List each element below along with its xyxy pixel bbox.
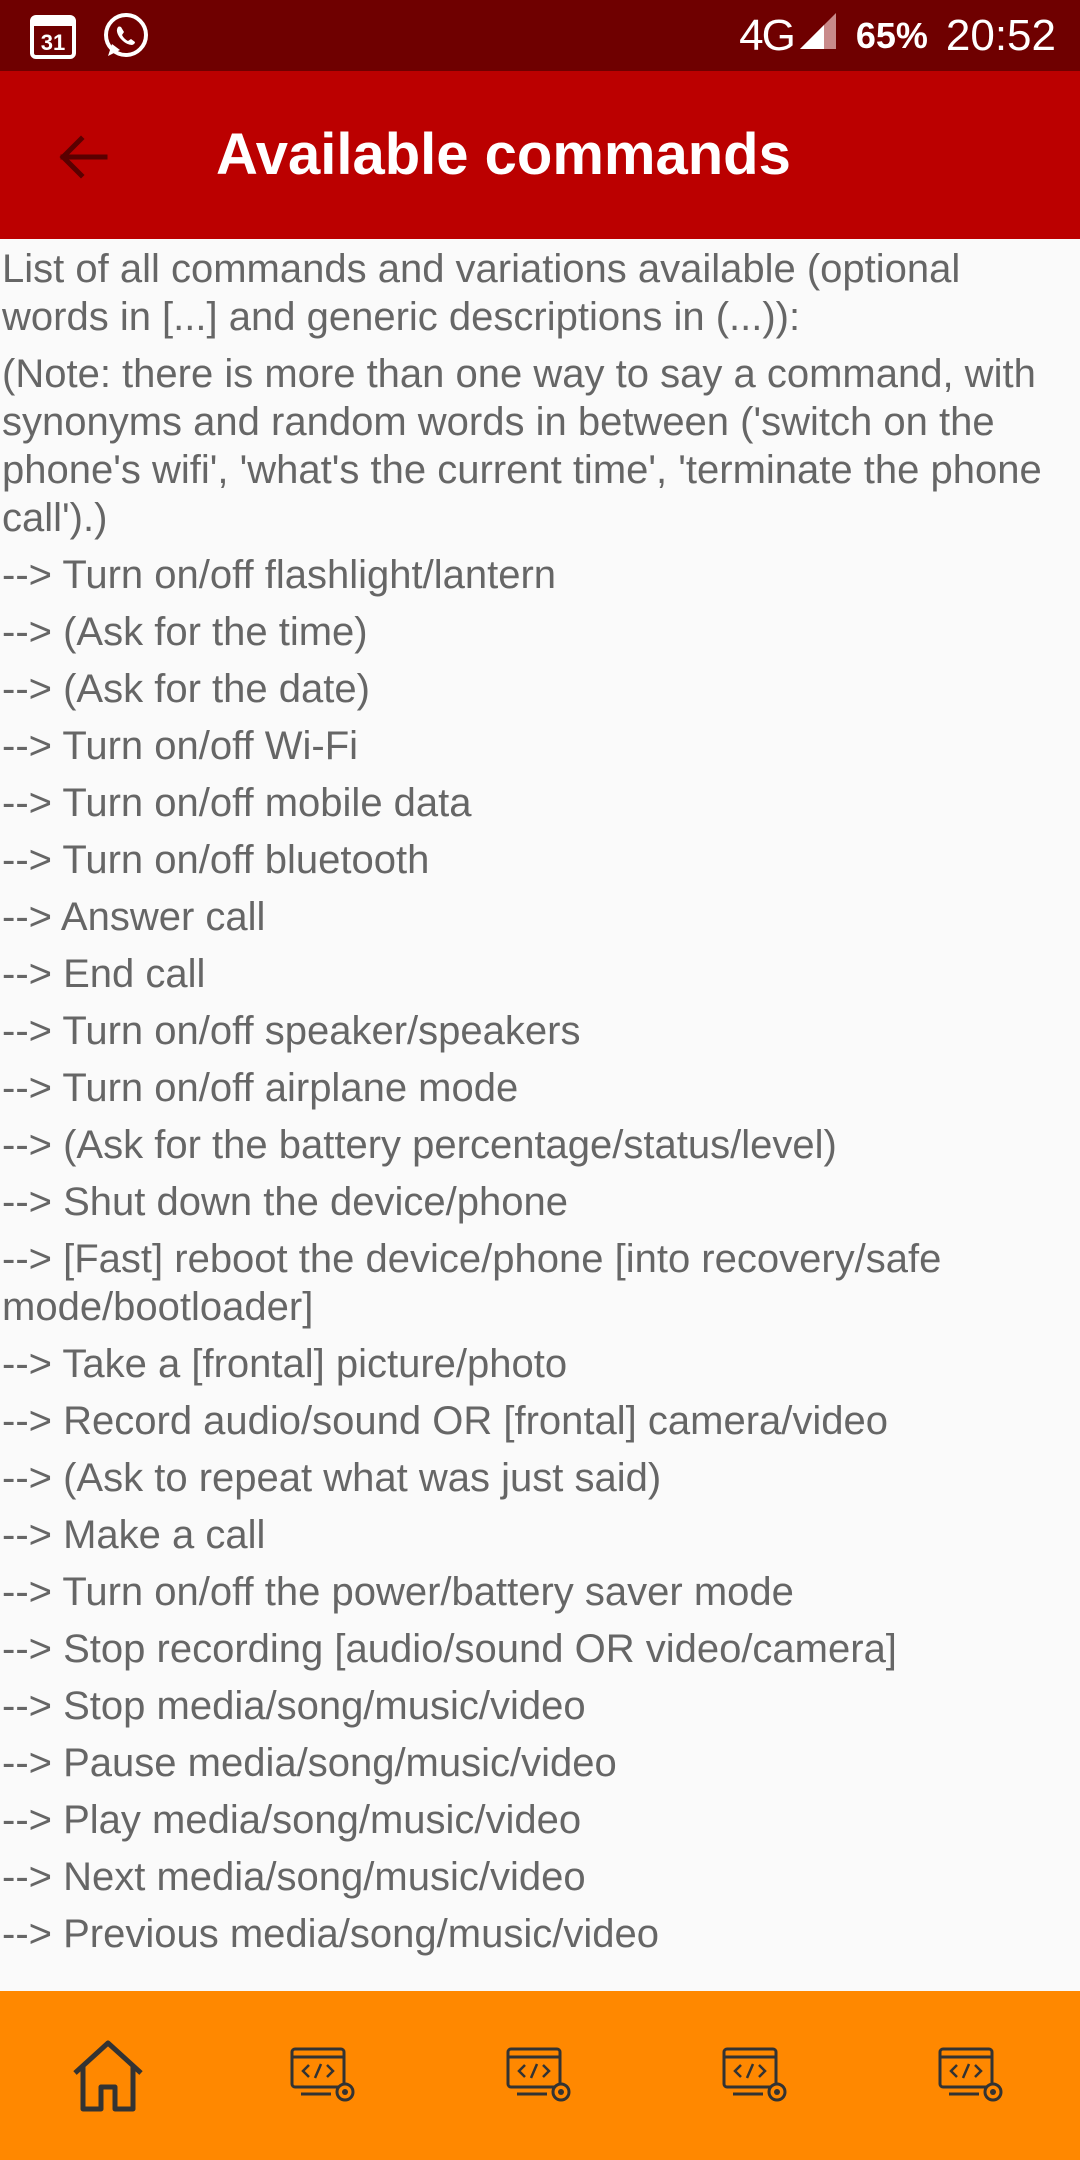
command-item: --> Next media/song/music/video	[2, 1855, 586, 1899]
system-indicators: 4G 65% 20:52	[739, 0, 1056, 71]
bottom-navigation	[0, 1991, 1080, 2160]
developer-settings-icon	[506, 2047, 571, 2101]
signal-icon	[798, 11, 838, 61]
command-item: --> Previous media/song/music/video	[2, 1912, 659, 1956]
command-item: --> [Fast] reboot the device/phone [into…	[2, 1237, 942, 1329]
app-bar: Available commands	[0, 71, 1080, 239]
arrow-left-icon	[59, 135, 108, 179]
command-item: --> Turn on/off airplane mode	[2, 1066, 519, 1110]
command-item: --> Turn on/off flashlight/lantern	[2, 553, 557, 597]
nav-developer-button-3[interactable]	[696, 2016, 816, 2136]
command-item: --> Turn on/off Wi-Fi	[2, 724, 359, 768]
note-text: (Note: there is more than one way to say…	[2, 352, 1042, 540]
command-item: --> Answer call	[2, 895, 266, 939]
network-type: 4G	[739, 10, 796, 60]
nav-developer-button-1[interactable]	[264, 2016, 384, 2136]
notification-icons: 31	[28, 10, 152, 67]
nav-developer-button-4[interactable]	[912, 2016, 1032, 2136]
calendar-day: 31	[41, 30, 65, 55]
command-item: --> Stop media/song/music/video	[2, 1684, 586, 1728]
command-item: --> Play media/song/music/video	[2, 1798, 582, 1842]
command-list: --> Turn on/off flashlight/lantern --> (…	[0, 551, 1080, 1958]
back-button[interactable]	[40, 115, 124, 199]
command-item: --> Make a call	[2, 1513, 266, 1557]
status-bar: 31 4G 65% 20:52	[0, 0, 1080, 71]
command-item: --> Turn on/off the power/battery saver …	[2, 1570, 794, 1614]
developer-settings-icon	[290, 2047, 355, 2101]
command-item: --> Record audio/sound OR [frontal] came…	[2, 1399, 888, 1443]
intro-text: List of all commands and variations avai…	[2, 247, 961, 339]
home-icon	[73, 2040, 143, 2111]
clock: 20:52	[945, 10, 1056, 60]
command-item: --> End call	[2, 952, 206, 996]
command-item: --> Take a [frontal] picture/photo	[2, 1342, 568, 1386]
command-item: --> Turn on/off speaker/speakers	[2, 1009, 581, 1053]
developer-settings-icon	[938, 2047, 1003, 2101]
commands-content[interactable]: List of all commands and variations avai…	[0, 245, 1080, 1985]
command-item: --> (Ask for the time)	[2, 610, 368, 654]
nav-developer-button-2[interactable]	[480, 2016, 600, 2136]
page-title: Available commands	[216, 122, 791, 187]
command-item: --> Pause media/song/music/video	[2, 1741, 617, 1785]
command-item: --> (Ask for the battery percentage/stat…	[2, 1123, 837, 1167]
command-item: --> Stop recording [audio/sound OR video…	[2, 1627, 897, 1671]
nav-home-button[interactable]	[48, 2016, 168, 2136]
command-item: --> (Ask to repeat what was just said)	[2, 1456, 662, 1500]
developer-settings-icon	[722, 2047, 787, 2101]
command-item: --> (Ask for the date)	[2, 667, 370, 711]
calendar-icon: 31	[28, 11, 78, 66]
command-item: --> Turn on/off mobile data	[2, 781, 472, 825]
command-item: --> Turn on/off bluetooth	[2, 838, 430, 882]
command-item: --> Shut down the device/phone	[2, 1180, 568, 1224]
whatsapp-icon	[100, 10, 152, 67]
battery-level: 65%	[855, 14, 928, 56]
